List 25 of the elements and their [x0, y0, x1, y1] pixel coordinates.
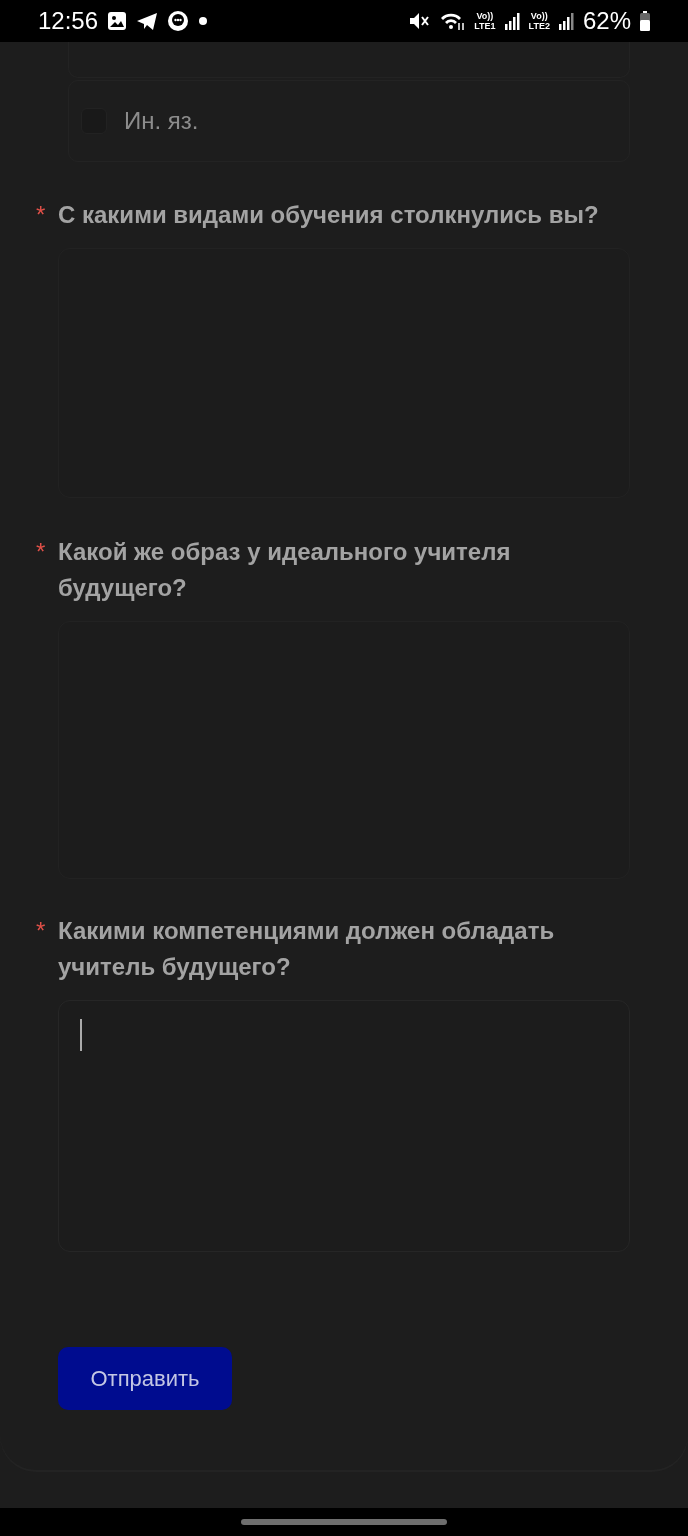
- submit-button[interactable]: Отправить: [58, 1347, 232, 1410]
- network-label: LTE2: [528, 21, 550, 31]
- clock-time: 12:56: [38, 7, 99, 35]
- answer-box[interactable]: [58, 1000, 630, 1252]
- required-mark: *: [36, 537, 47, 567]
- question-label: С какими видами обучения столкнулись вы?: [58, 200, 599, 230]
- dot-icon: [198, 16, 209, 26]
- battery-icon: [640, 11, 650, 31]
- question-label: Какими компетенциями должен обладать учитель будущего?: [58, 916, 556, 982]
- question-label: Какой же образ у идеального учителя будущего?: [58, 537, 512, 603]
- chat-bubble-icon: [167, 10, 190, 32]
- signal-icon: [504, 12, 520, 30]
- required-mark: *: [36, 916, 47, 946]
- volte-label: Vo)): [530, 11, 548, 21]
- paper-plane-icon: [136, 11, 159, 31]
- option-label: Ин. яз.: [124, 107, 199, 135]
- required-mark: *: [36, 200, 47, 230]
- battery-percent: 62%: [582, 7, 631, 35]
- home-handle[interactable]: [241, 1519, 447, 1525]
- network-label: LTE1: [474, 21, 496, 31]
- option-card[interactable]: [68, 42, 630, 78]
- signal-icon: [558, 12, 574, 30]
- option-card[interactable]: Ин. яз.: [68, 80, 630, 162]
- image-icon: [107, 11, 128, 31]
- volte-label: Vo)): [476, 11, 494, 21]
